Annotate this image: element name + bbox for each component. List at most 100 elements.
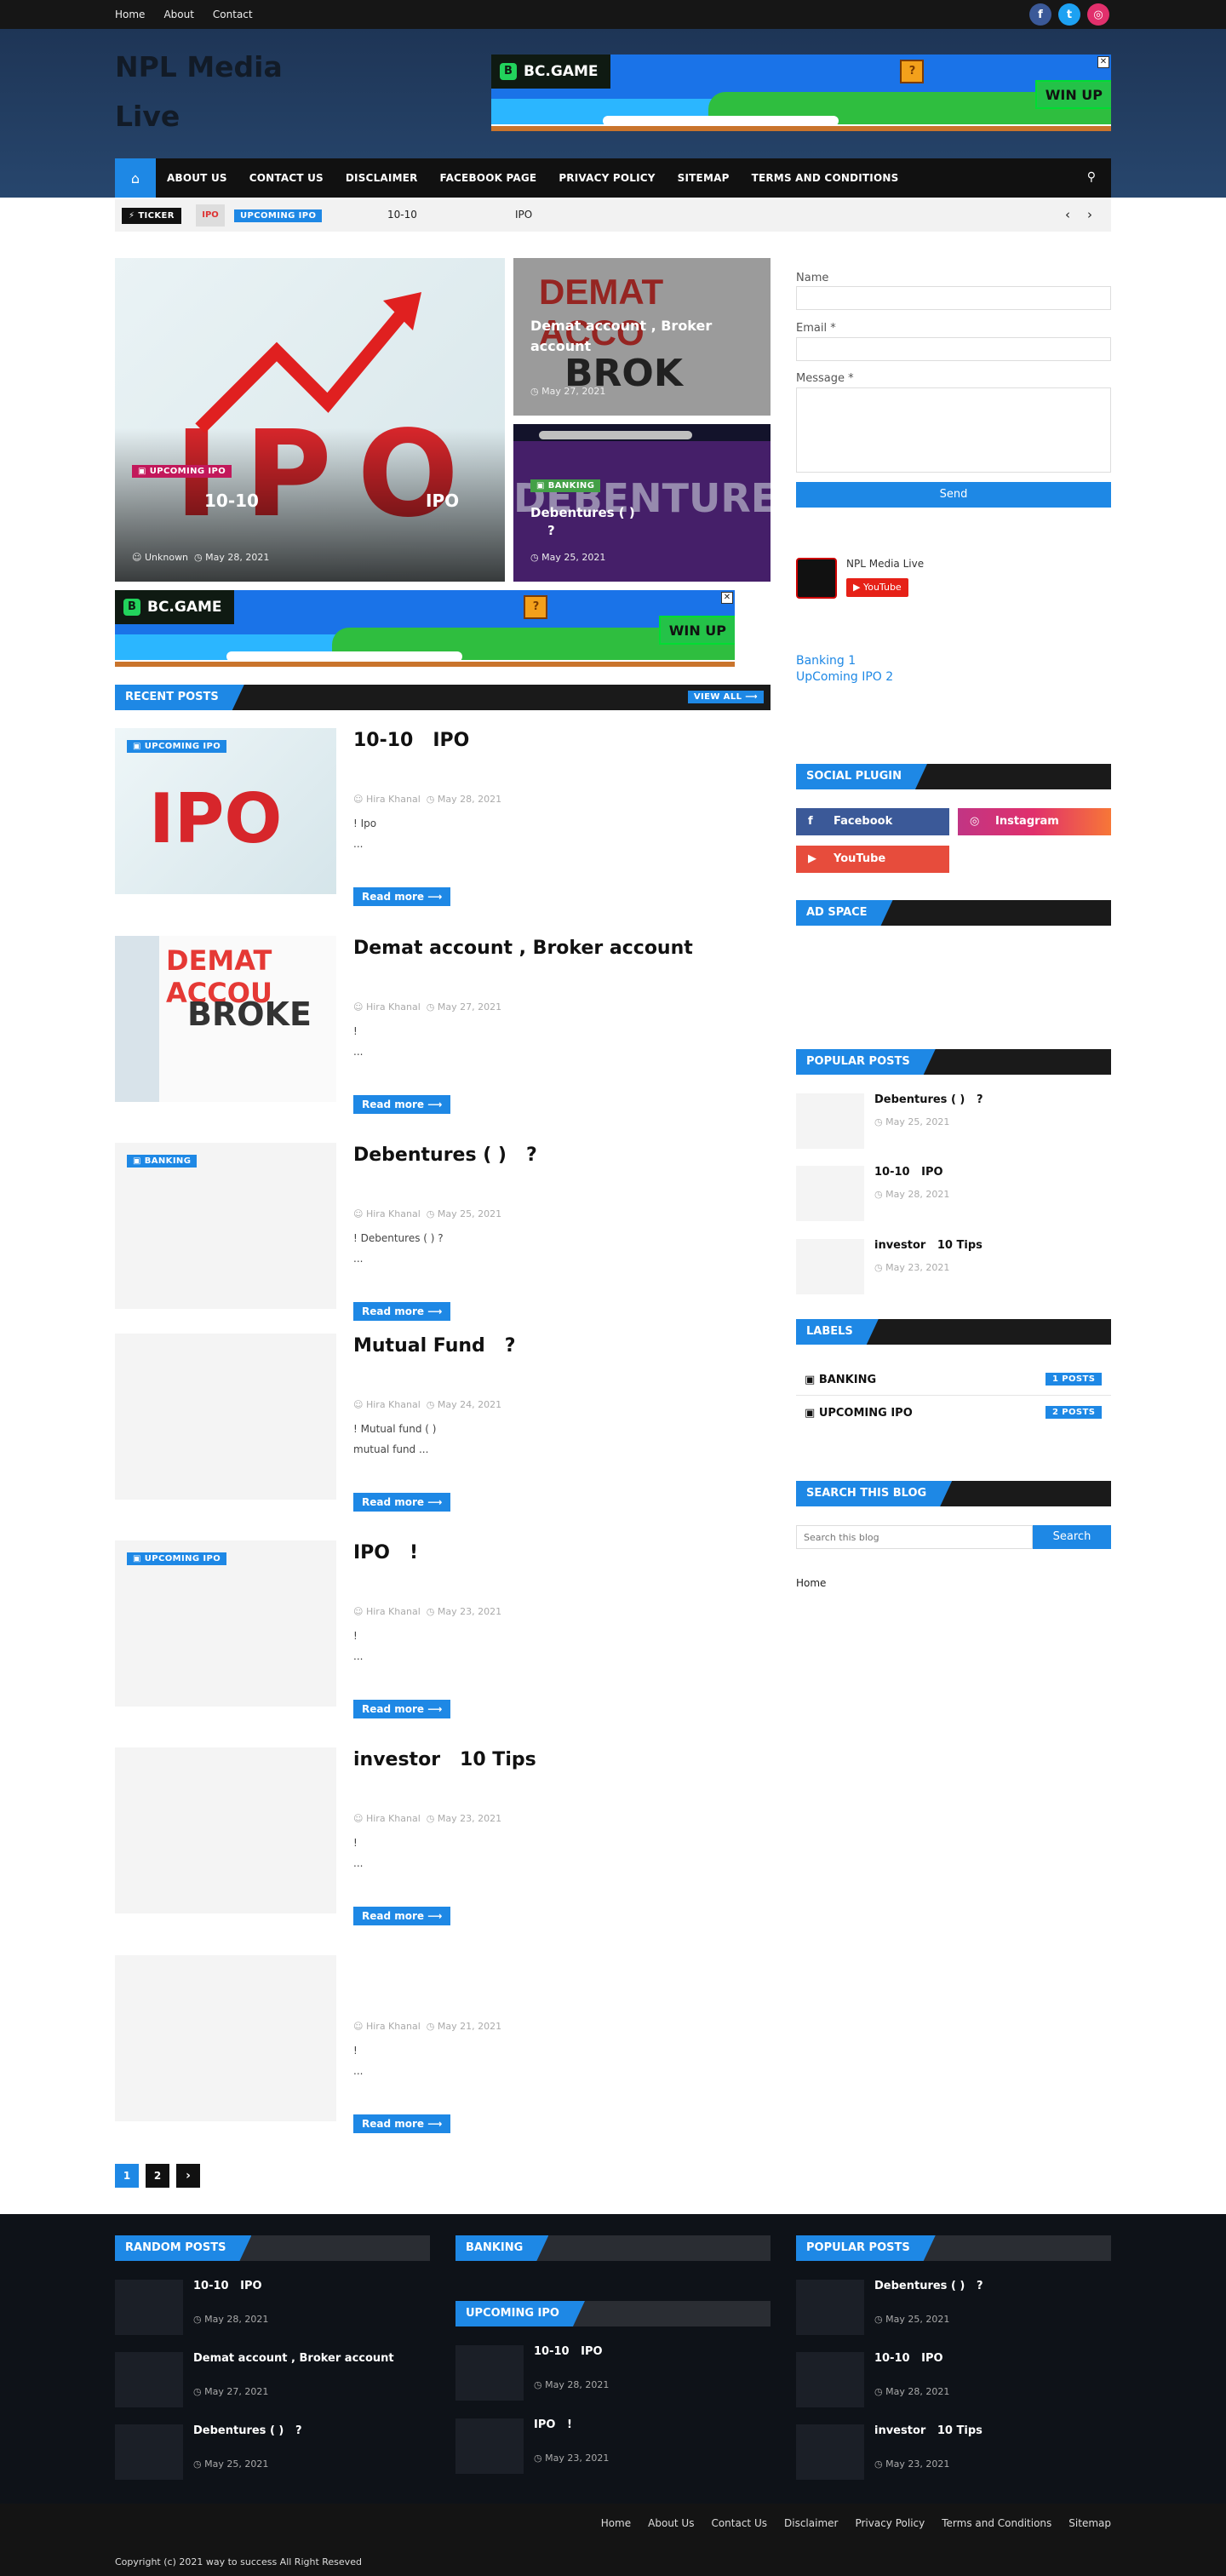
facebook-button[interactable]: f Facebook (796, 808, 949, 835)
read-more-button[interactable]: Read more ⟶ (353, 1700, 451, 1718)
featured-main[interactable]: IPO ▣ UPCOMING IPO 10-10 IPO ☺ Unknown ◷… (115, 258, 505, 582)
nav-terms[interactable]: TERMS AND CONDITIONS (741, 172, 910, 184)
post-title[interactable]: IPO ! (353, 1539, 771, 1568)
ad-close-icon[interactable]: ✕ (1097, 56, 1109, 68)
post-thumbnail[interactable]: DEMAT ACCOU BROKE (115, 936, 336, 1102)
post-thumbnail[interactable] (115, 1955, 336, 2121)
label-banking[interactable]: ▣ BANKING (805, 1374, 876, 1386)
email-field[interactable] (796, 337, 1111, 361)
footer-menu-item[interactable]: About Us (648, 2517, 694, 2529)
footer-thumbnail[interactable] (115, 2424, 183, 2480)
featured-bottom[interactable]: DEBENTURE ▣ BANKING Debentures ( ) ? ◷ M… (513, 424, 771, 582)
label-upcoming-ipo[interactable]: ▣ UPCOMING IPO (805, 1407, 913, 1420)
nav-facebook-page[interactable]: FACEBOOK PAGE (429, 172, 548, 184)
footer-menu-item[interactable]: Privacy Policy (855, 2517, 925, 2529)
ad-close-icon[interactable]: ✕ (721, 592, 733, 604)
footer-post-title[interactable]: Debentures ( ) ? (874, 2280, 983, 2292)
post-title[interactable]: Debentures ( ) ? (353, 1141, 771, 1170)
popular-thumbnail[interactable] (796, 1093, 864, 1149)
content-ad-banner[interactable]: B BC.GAME ? WIN UP ✕ (115, 590, 735, 667)
featured-main-title-b[interactable]: IPO (426, 491, 459, 511)
post-title[interactable]: Mutual Fund ? (353, 1332, 771, 1361)
featured-bottom-title-b[interactable]: ? (547, 523, 555, 538)
popular-title[interactable]: investor 10 Tips (874, 1239, 983, 1252)
footer-post-title[interactable]: Demat account , Broker account (193, 2352, 405, 2365)
post-title[interactable] (353, 1954, 771, 1982)
featured-bottom-title[interactable]: Debentures ( ) (530, 505, 635, 520)
featured-main-title[interactable]: 10-10 (204, 491, 259, 511)
message-field[interactable] (796, 387, 1111, 473)
home-icon[interactable]: ⌂ (115, 158, 156, 198)
instagram-icon[interactable]: ◎ (1087, 3, 1109, 26)
nav-about-us[interactable]: ABOUT US (156, 172, 238, 184)
post-thumbnail[interactable]: ▣ BANKING (115, 1143, 336, 1309)
send-button[interactable]: Send (796, 482, 1111, 508)
nav-contact-us[interactable]: CONTACT US (238, 172, 335, 184)
name-field[interactable] (796, 286, 1111, 310)
footer-menu-item[interactable]: Terms and Conditions (942, 2517, 1051, 2529)
channel-name[interactable]: NPL Media Live (846, 558, 924, 570)
youtube-button[interactable]: ▶ YouTube (796, 846, 949, 873)
link-upcoming-ipo[interactable]: UpComing IPO 2 (796, 670, 893, 684)
footer-thumbnail[interactable] (115, 2280, 183, 2335)
read-more-button[interactable]: Read more ⟶ (353, 2114, 451, 2133)
ticker-next-icon[interactable]: › (1087, 207, 1092, 222)
post-thumbnail[interactable]: IPO ▣ UPCOMING IPO (115, 728, 336, 894)
featured-top[interactable]: DEMAT ACCO BROK Demat account , Broker a… (513, 258, 771, 416)
ticker-title[interactable]: 10-10 (387, 209, 417, 221)
post-tag[interactable]: ▣ UPCOMING IPO (127, 1552, 227, 1565)
footer-post-title[interactable]: IPO ! (534, 2418, 572, 2431)
channel-avatar[interactable] (796, 558, 837, 599)
post-title[interactable]: Demat account , Broker account (353, 934, 771, 963)
facebook-icon[interactable]: f (1029, 3, 1051, 26)
search-icon[interactable]: ⚲ (1087, 170, 1096, 184)
read-more-button[interactable]: Read more ⟶ (353, 1493, 451, 1512)
instagram-button[interactable]: ◎ Instagram (958, 808, 1111, 835)
post-title[interactable]: 10-10 IPO (353, 726, 771, 755)
top-link-about[interactable]: About (163, 9, 193, 20)
footer-post-title[interactable]: 10-10 IPO (193, 2280, 262, 2292)
popular-thumbnail[interactable] (796, 1239, 864, 1294)
footer-menu-item[interactable]: Home (601, 2517, 631, 2529)
page-2[interactable]: 2 (146, 2164, 169, 2188)
post-thumbnail[interactable] (115, 1747, 336, 1913)
post-tag[interactable]: ▣ UPCOMING IPO (127, 740, 227, 753)
search-input[interactable] (796, 1525, 1033, 1549)
footer-thumbnail[interactable] (455, 2345, 524, 2401)
popular-title[interactable]: Debentures ( ) ? (874, 1093, 983, 1106)
ticker-tag[interactable]: UPCOMING IPO (234, 209, 323, 222)
popular-title[interactable]: 10-10 IPO (874, 1166, 943, 1179)
read-more-button[interactable]: Read more ⟶ (353, 1095, 451, 1114)
view-all-button[interactable]: VIEW ALL ⟶ (687, 691, 764, 703)
footer-menu-item[interactable]: Sitemap (1068, 2517, 1111, 2529)
ticker-thumb[interactable]: IPO (196, 204, 225, 227)
popular-thumbnail[interactable] (796, 1166, 864, 1221)
nav-disclaimer[interactable]: DISCLAIMER (335, 172, 429, 184)
footer-post-title[interactable]: Debentures ( ) ? (193, 2424, 301, 2437)
footer-menu-item[interactable]: Disclaimer (784, 2517, 838, 2529)
footer-thumbnail[interactable] (796, 2424, 864, 2480)
top-link-home[interactable]: Home (115, 9, 145, 20)
header-ad-banner[interactable]: B BC.GAME ? WIN UP ✕ (491, 55, 1111, 131)
post-title[interactable]: investor 10 Tips (353, 1746, 771, 1775)
ticker-title-b[interactable]: IPO (515, 209, 532, 221)
twitter-icon[interactable]: t (1058, 3, 1080, 26)
footer-post-title[interactable]: 10-10 IPO (874, 2352, 943, 2365)
sidebar-home-link[interactable]: Home (796, 1577, 826, 1589)
nav-privacy-policy[interactable]: PRIVACY POLICY (547, 172, 666, 184)
read-more-button[interactable]: Read more ⟶ (353, 887, 451, 906)
footer-thumbnail[interactable] (115, 2352, 183, 2407)
read-more-button[interactable]: Read more ⟶ (353, 1302, 451, 1321)
featured-main-tag[interactable]: ▣ UPCOMING IPO (132, 465, 232, 478)
youtube-subscribe-button[interactable]: ▶ YouTube (846, 578, 908, 597)
top-link-contact[interactable]: Contact (213, 9, 253, 20)
footer-post-title[interactable]: 10-10 IPO (534, 2345, 603, 2358)
footer-thumbnail[interactable] (455, 2418, 524, 2474)
post-tag[interactable]: ▣ BANKING (127, 1155, 198, 1168)
footer-post-title[interactable]: investor 10 Tips (874, 2424, 983, 2437)
link-banking[interactable]: Banking 1 (796, 654, 856, 668)
footer-menu-item[interactable]: Contact Us (711, 2517, 767, 2529)
footer-thumbnail[interactable] (796, 2352, 864, 2407)
featured-bottom-tag[interactable]: ▣ BANKING (530, 479, 601, 492)
page-1[interactable]: 1 (115, 2164, 139, 2188)
